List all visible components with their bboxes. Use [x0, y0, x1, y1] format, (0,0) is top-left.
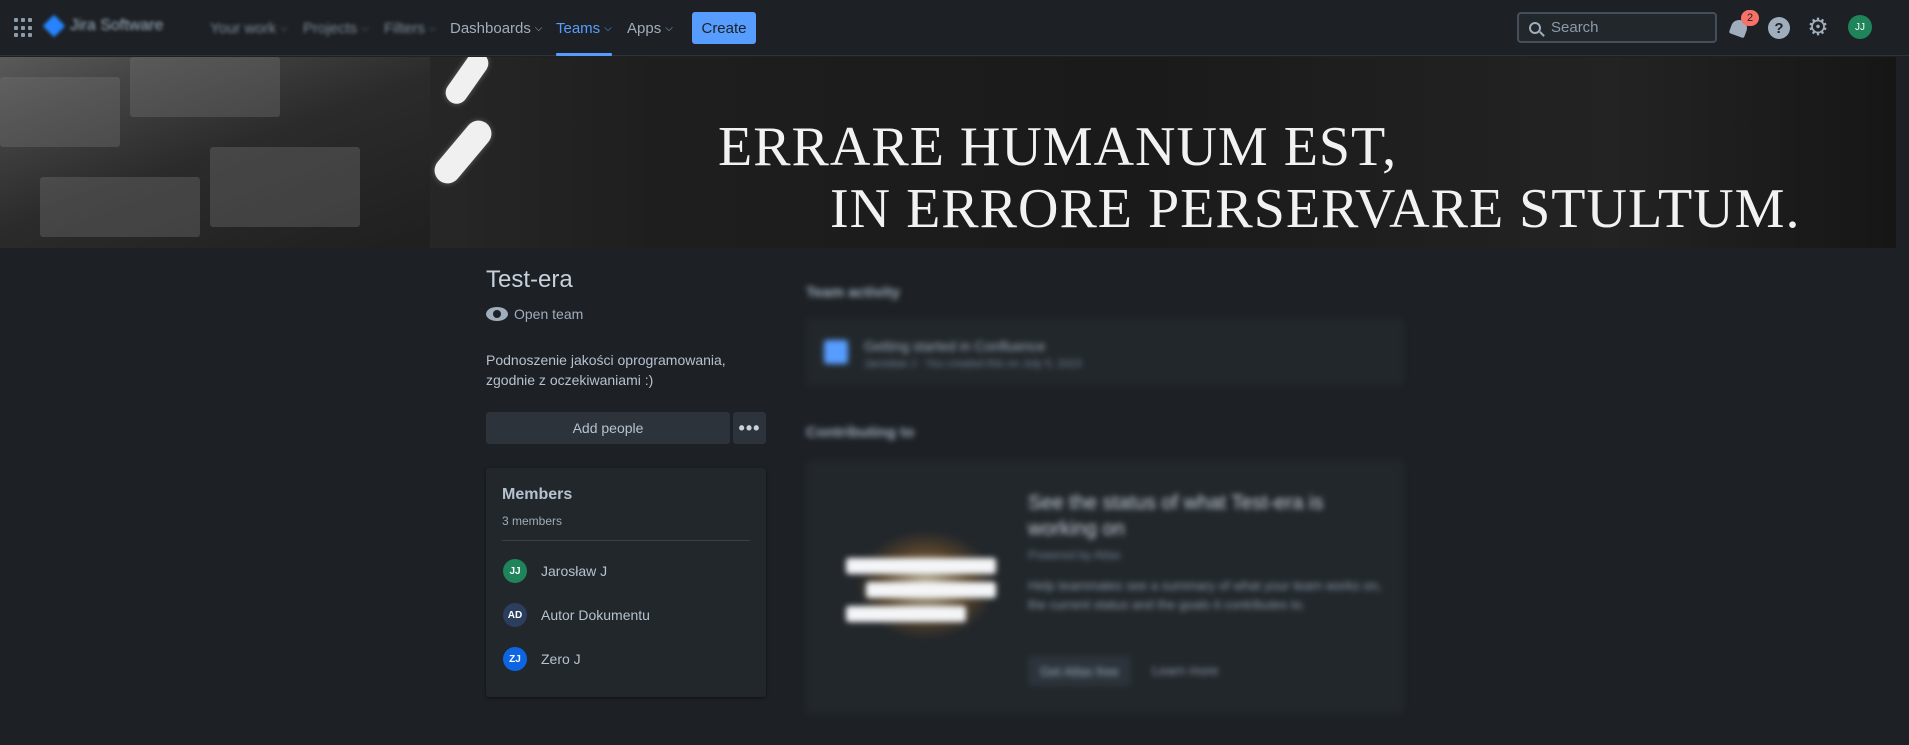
get-atlas-button[interactable]: Get Atlas free	[1028, 656, 1131, 686]
product-logo[interactable]: Jira Software	[42, 14, 164, 38]
banner-quote-line1: ERRARE HUMANUM EST,	[718, 116, 1398, 178]
members-card: Members 3 members JJ Jarosław J AD Autor…	[486, 468, 766, 697]
team-visibility: Open team	[486, 306, 583, 322]
create-button[interactable]: Create	[692, 12, 756, 44]
member-name: Jarosław J	[541, 563, 608, 579]
member-name: Autor Dokumentu	[541, 607, 650, 623]
activity-item-meta: Jarosław J · You created this on July 5,…	[864, 358, 1082, 370]
settings-button[interactable]: ⚙	[1804, 14, 1832, 42]
app-switcher-icon[interactable]	[14, 18, 34, 38]
scrollbar[interactable]	[1896, 57, 1909, 745]
avatar: ZJ	[503, 647, 527, 671]
top-navigation: Jira Software Your work ⌵ Projects ⌵ Filte…	[0, 0, 1909, 56]
member-name: Zero J	[541, 651, 581, 667]
keyboard-image	[0, 57, 430, 248]
members-title: Members	[502, 486, 573, 503]
gear-icon: ⚙	[1807, 14, 1829, 41]
team-activity-title: Team activity	[806, 284, 900, 301]
contributing-heading: See the status of what Test-era is worki…	[1028, 492, 1324, 540]
activity-item-title: Getting started in Confluence	[864, 338, 1046, 354]
help-button[interactable]: ?	[1765, 14, 1793, 42]
nav-apps[interactable]: Apps ⌵	[627, 0, 673, 56]
user-avatar[interactable]: JJ	[1848, 15, 1872, 39]
avatar: JJ	[503, 559, 527, 583]
chevron-down-icon: ⌵	[534, 22, 543, 34]
nav-your-work-label: Your work	[210, 19, 277, 37]
chevron-down-icon: ⌵	[280, 22, 288, 34]
nav-projects-label: Projects	[303, 19, 358, 37]
avatar: AD	[503, 603, 527, 627]
search-box[interactable]	[1517, 12, 1717, 43]
learn-more-link[interactable]: Learn more	[1152, 663, 1218, 678]
nav-filters[interactable]: Filters ⌵	[384, 0, 436, 56]
nav-teams[interactable]: Teams ⌵	[556, 0, 612, 56]
nav-apps-label: Apps	[627, 19, 662, 37]
eye-icon	[486, 307, 508, 321]
team-description[interactable]: Podnoszenie jakości oprogramowania, zgod…	[486, 350, 746, 390]
more-actions-button[interactable]: •••	[733, 412, 766, 444]
contributing-body: Help teammates see a summary of what you…	[1028, 578, 1382, 612]
help-icon: ?	[1768, 17, 1790, 39]
members-count: 3 members	[502, 514, 563, 528]
jira-logo-icon	[42, 14, 66, 38]
contributing-card: See the status of what Test-era is worki…	[806, 460, 1404, 714]
search-icon	[1529, 21, 1541, 34]
divider	[502, 540, 750, 541]
search-input[interactable]	[1551, 19, 1711, 36]
team-visibility-label: Open team	[514, 306, 584, 322]
team-name: Test-era	[486, 266, 573, 293]
notifications-badge: 2	[1741, 10, 1759, 26]
chevron-down-icon: ⌵	[665, 22, 673, 34]
contributing-title: Contributing to	[806, 424, 915, 441]
document-icon	[824, 340, 848, 364]
member-item[interactable]: ZJ Zero J	[503, 647, 581, 671]
chevron-down-icon: ⌵	[428, 22, 437, 34]
earbud-image	[429, 115, 497, 189]
nav-your-work[interactable]: Your work ⌵	[210, 0, 288, 56]
member-item[interactable]: AD Autor Dokumentu	[503, 603, 650, 627]
goals-illustration	[836, 530, 1006, 640]
team-header-image: ERRARE HUMANUM EST, IN ERRORE PERSERVARE…	[0, 57, 1896, 248]
nav-filters-label: Filters	[384, 19, 425, 37]
earbud-image	[441, 57, 493, 109]
nav-teams-label: Teams	[556, 19, 601, 37]
activity-item[interactable]: Getting started in Confluence Jarosław J…	[806, 318, 1404, 386]
powered-by-label: Powered by Atlas	[1028, 548, 1121, 562]
product-name: Jira Software	[70, 17, 164, 34]
nav-dashboards[interactable]: Dashboards ⌵	[450, 0, 542, 56]
banner-quote-line2: IN ERRORE PERSERVARE STULTUM.	[830, 178, 1801, 240]
chevron-down-icon: ⌵	[604, 22, 612, 34]
member-item[interactable]: JJ Jarosław J	[503, 559, 607, 583]
chevron-down-icon: ⌵	[361, 22, 369, 34]
add-people-button[interactable]: Add people	[486, 412, 730, 444]
nav-dashboards-label: Dashboards	[450, 19, 531, 37]
nav-projects[interactable]: Projects ⌵	[303, 0, 369, 56]
